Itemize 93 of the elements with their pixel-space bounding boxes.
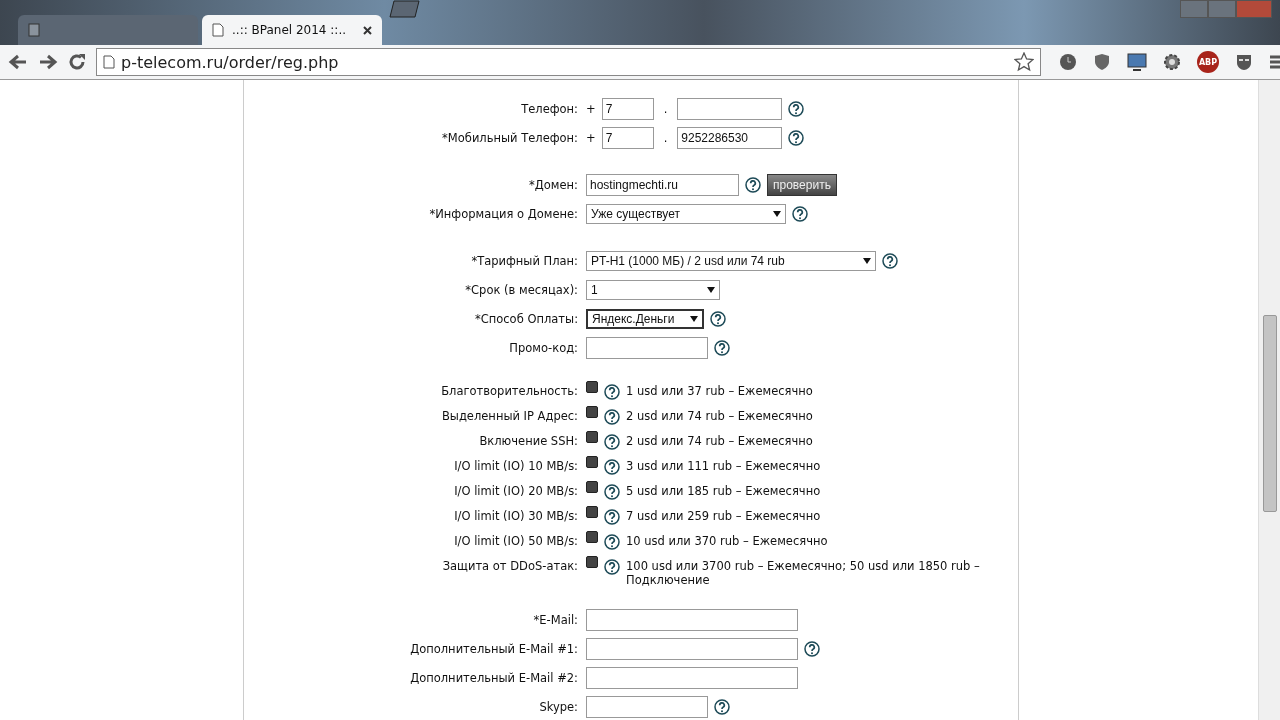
input-field[interactable]: 7 bbox=[601, 126, 654, 149]
field-label: *Срок (в месяцах): bbox=[464, 282, 578, 297]
price-text: 5 usd или 185 rub – Ежемесячно bbox=[626, 484, 821, 498]
back-icon[interactable] bbox=[8, 53, 28, 71]
input-field[interactable] bbox=[586, 608, 798, 631]
input-field[interactable]: hostingmechti.ru bbox=[586, 173, 739, 196]
separator-dot: . bbox=[663, 101, 668, 116]
help-icon[interactable] bbox=[714, 698, 730, 715]
caret-icon bbox=[773, 210, 781, 217]
star-icon[interactable] bbox=[1014, 52, 1034, 72]
help-icon[interactable] bbox=[788, 129, 805, 146]
price-text: 7 usd или 259 rub – Ежемесячно bbox=[626, 509, 821, 523]
input-field[interactable]: 7 bbox=[601, 97, 654, 120]
checkbox[interactable] bbox=[586, 506, 598, 518]
checkbox[interactable] bbox=[586, 381, 598, 393]
field-label: *Домен: bbox=[528, 177, 578, 192]
caret-icon bbox=[863, 257, 871, 264]
field-label: *Информация о Домене: bbox=[428, 206, 578, 221]
help-icon[interactable] bbox=[604, 459, 620, 475]
field-label: I/O limit (IO) 10 MB/s: bbox=[453, 459, 578, 473]
field-label: Skype: bbox=[538, 699, 578, 714]
help-icon[interactable] bbox=[604, 484, 620, 500]
select-field[interactable]: Уже существует bbox=[586, 203, 786, 224]
field-label: Благотворительность: bbox=[440, 384, 578, 398]
checkbox[interactable] bbox=[586, 556, 598, 568]
input-field[interactable] bbox=[586, 637, 798, 660]
select-field[interactable]: 1 bbox=[586, 279, 720, 300]
field-label: Выделенный IP Адрес: bbox=[440, 409, 578, 423]
help-icon[interactable] bbox=[710, 310, 726, 327]
help-icon[interactable] bbox=[804, 640, 820, 657]
page-icon bbox=[28, 23, 40, 37]
check-button[interactable]: проверить bbox=[767, 173, 837, 196]
clock-icon[interactable] bbox=[1059, 53, 1077, 71]
mask-icon[interactable] bbox=[1235, 53, 1253, 71]
field-label: Включение SSH: bbox=[478, 434, 578, 448]
page-icon bbox=[212, 23, 224, 37]
field-label: *E-Mail: bbox=[532, 612, 578, 627]
help-icon[interactable] bbox=[604, 559, 620, 575]
select-field[interactable]: PT-H1 (1000 МБ) / 2 usd или 74 rub bbox=[586, 250, 876, 271]
checkbox[interactable] bbox=[586, 531, 598, 543]
price-text: 2 usd или 74 rub – Ежемесячно bbox=[626, 434, 813, 448]
new-tab-icon[interactable] bbox=[386, 0, 420, 18]
checkbox[interactable] bbox=[586, 406, 598, 418]
reload-icon[interactable] bbox=[68, 53, 86, 71]
help-icon[interactable] bbox=[788, 100, 805, 117]
field-label: Защита от DDoS-атак: bbox=[441, 559, 578, 573]
help-icon[interactable] bbox=[604, 509, 620, 525]
field-label: I/O limit (IO) 20 MB/s: bbox=[453, 484, 578, 498]
help-icon[interactable] bbox=[604, 409, 620, 425]
price-text: 3 usd или 111 rub – Ежемесячно bbox=[626, 459, 821, 473]
price-text: 10 usd или 370 rub – Ежемесячно bbox=[626, 534, 828, 548]
help-icon[interactable] bbox=[604, 434, 620, 450]
help-icon[interactable] bbox=[882, 252, 898, 269]
field-label: *Тарифный План: bbox=[470, 253, 578, 268]
price-text: 100 usd или 3700 rub – Ежемесячно; 50 usd или 1850 rub – Подключение bbox=[626, 559, 981, 587]
field-label: Телефон: bbox=[520, 101, 578, 116]
field-label: I/O limit (IO) 30 MB/s: bbox=[453, 509, 578, 523]
help-icon[interactable] bbox=[604, 534, 620, 550]
price-text: 1 usd или 37 rub – Ежемесячно bbox=[626, 384, 813, 398]
input-field[interactable] bbox=[677, 97, 783, 120]
field-label: Дополнительный E-Mail #1: bbox=[409, 641, 578, 656]
scrollbar[interactable] bbox=[1258, 80, 1280, 720]
field-label: Промо-код: bbox=[508, 340, 578, 355]
price-text: 2 usd или 74 rub – Ежемесячно bbox=[626, 409, 813, 423]
help-icon[interactable] bbox=[714, 339, 730, 356]
field-label: Дополнительный E-Mail #2: bbox=[409, 670, 578, 685]
page-icon bbox=[103, 55, 115, 69]
caret-icon bbox=[690, 315, 698, 322]
caret-icon bbox=[707, 286, 715, 293]
input-field[interactable] bbox=[586, 666, 798, 689]
shield-icon[interactable] bbox=[1093, 53, 1111, 71]
scrollbar-thumb[interactable] bbox=[1263, 315, 1277, 512]
field-label: *Способ Оплаты: bbox=[473, 311, 578, 326]
input-field[interactable] bbox=[586, 695, 708, 718]
browser-tab[interactable]: ..:: BPanel 2014 ::.. bbox=[202, 15, 382, 45]
help-icon[interactable] bbox=[792, 205, 808, 222]
close-icon[interactable] bbox=[363, 25, 372, 35]
input-field[interactable]: 9252286530 bbox=[677, 126, 783, 149]
field-label: *Мобильный Телефон: bbox=[441, 130, 578, 145]
monitor-icon[interactable] bbox=[1127, 53, 1147, 71]
forward-icon[interactable] bbox=[38, 53, 58, 71]
help-icon[interactable] bbox=[745, 176, 761, 193]
gear-icon[interactable] bbox=[1163, 53, 1181, 71]
field-label: I/O limit (IO) 50 MB/s: bbox=[453, 534, 578, 548]
input-field[interactable] bbox=[586, 336, 708, 359]
select-field[interactable]: Яндекс.Деньги bbox=[586, 308, 704, 329]
separator-dot: . bbox=[663, 130, 668, 145]
checkbox[interactable] bbox=[586, 456, 598, 468]
help-icon[interactable] bbox=[604, 384, 620, 400]
checkbox[interactable] bbox=[586, 481, 598, 493]
checkbox[interactable] bbox=[586, 431, 598, 443]
adblock-button[interactable]: ABP bbox=[1197, 51, 1219, 73]
address-bar[interactable]: p-telecom.ru/order/reg.php bbox=[96, 48, 1041, 76]
